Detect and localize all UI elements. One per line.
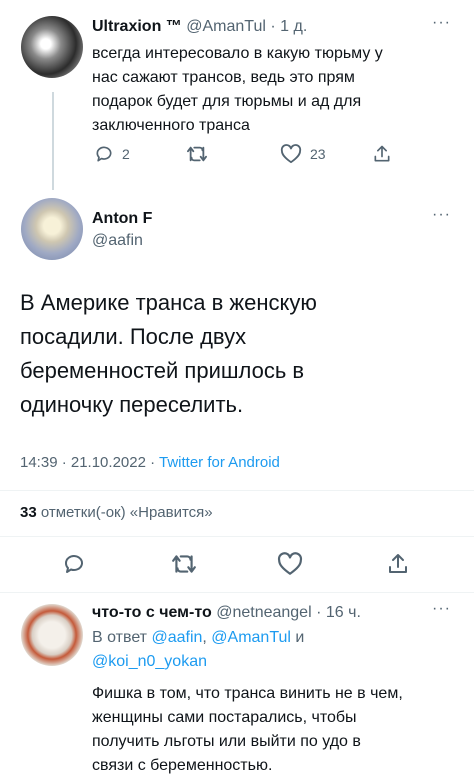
divider — [0, 490, 474, 491]
mention-link[interactable]: @AmanTul — [211, 629, 291, 646]
share-button[interactable] — [386, 552, 410, 576]
avatar[interactable] — [21, 604, 83, 666]
display-name[interactable]: Anton F — [92, 208, 152, 230]
retweet-button[interactable] — [186, 144, 208, 164]
mention-link[interactable]: @koi_n0_yokan — [92, 653, 207, 670]
tweet-header: Ultraxion ™ @AmanTul · 1 д. — [92, 16, 307, 38]
likes-count: 33 — [20, 504, 37, 521]
like-icon — [277, 552, 303, 576]
reply-context: В ответ @aafin, @AmanTul и @koi_n0_yokan — [92, 629, 305, 670]
source-link[interactable]: Twitter for Android — [159, 454, 280, 471]
divider — [0, 536, 474, 537]
timestamp[interactable]: · 1 д. — [270, 18, 307, 35]
avatar[interactable] — [21, 16, 83, 78]
more-icon[interactable]: ··· — [432, 206, 451, 224]
reply-button[interactable]: 2 — [94, 144, 130, 164]
retweet-button[interactable] — [171, 552, 197, 576]
share-icon — [372, 144, 392, 164]
share-button[interactable] — [372, 144, 392, 164]
avatar[interactable] — [21, 198, 83, 260]
like-button[interactable]: 23 — [280, 144, 326, 164]
handle[interactable]: @aafin — [92, 230, 143, 252]
likes-stat[interactable]: 33 отметки(-ок) «Нравится» — [20, 502, 213, 524]
like-button[interactable] — [277, 552, 303, 576]
like-count: 23 — [310, 146, 326, 162]
more-icon[interactable]: ··· — [432, 14, 451, 32]
thread-line — [52, 92, 54, 190]
tweet-text: Фишка в том, что транса винить не в чем,… — [92, 685, 403, 774]
mention-link[interactable]: @aafin — [151, 629, 202, 646]
tweet-text: всегда интересовало в какую тюрьму у нас… — [92, 45, 383, 134]
retweet-icon — [186, 144, 208, 164]
tweet-header: что-то с чем-то @netneangel · 16 ч. — [92, 602, 361, 624]
handle[interactable]: @netneangel — [216, 604, 311, 621]
reply-icon — [62, 552, 86, 576]
reply-count: 2 — [122, 146, 130, 162]
more-icon[interactable]: ··· — [432, 600, 451, 618]
handle[interactable]: @AmanTul — [186, 18, 266, 35]
likes-label: отметки(-ок) «Нравится» — [40, 504, 213, 521]
tweet-text: В Америке транса в женскую посадили. Пос… — [20, 290, 317, 417]
tweet-meta: 14:39 · 21.10.2022 · Twitter for Android — [20, 452, 280, 474]
display-name[interactable]: Ultraxion ™ — [92, 18, 182, 35]
share-icon — [386, 552, 410, 576]
like-icon — [280, 144, 302, 164]
divider — [0, 592, 474, 593]
timestamp: 14:39 · 21.10.2022 · — [20, 454, 159, 471]
reply-icon — [94, 144, 114, 164]
retweet-icon — [171, 552, 197, 576]
timestamp[interactable]: · 16 ч. — [316, 604, 361, 621]
reply-button[interactable] — [62, 552, 86, 576]
display-name[interactable]: что-то с чем-то — [92, 604, 212, 621]
